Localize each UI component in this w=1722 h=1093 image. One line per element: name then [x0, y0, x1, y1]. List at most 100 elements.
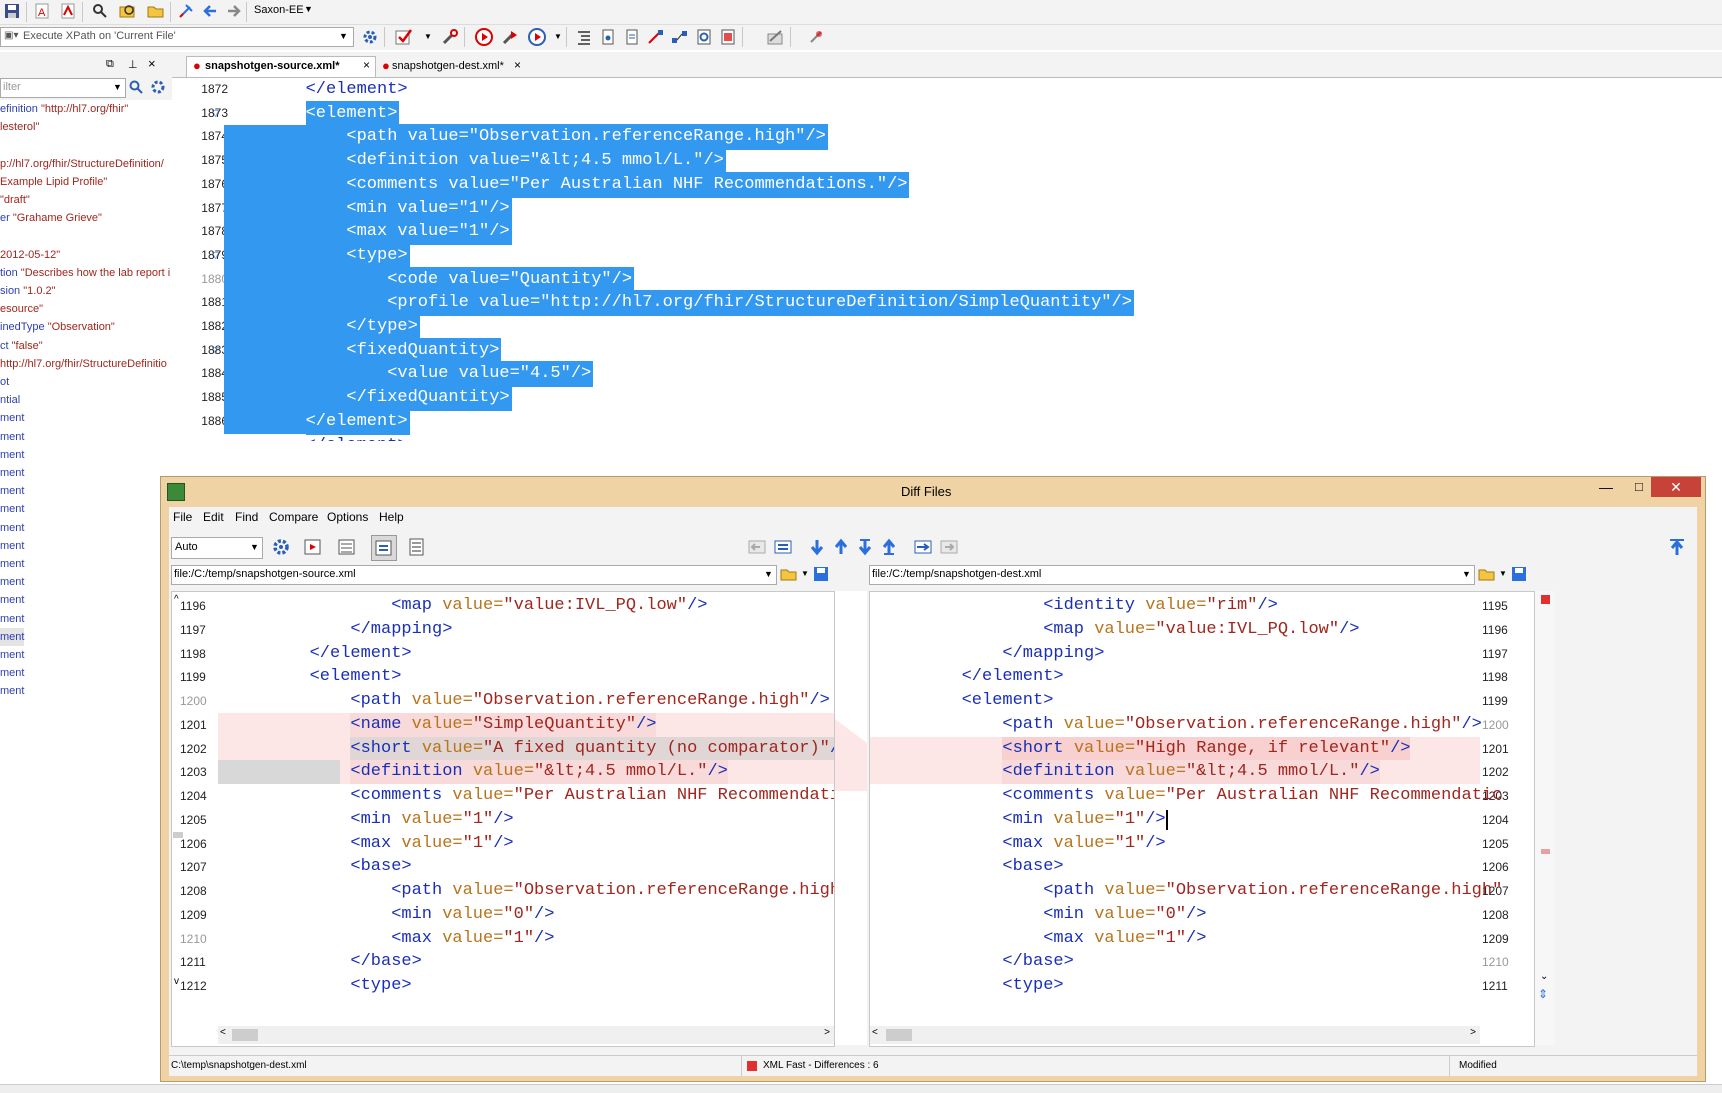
menu-edit[interactable]: Edit	[203, 507, 224, 527]
next-change-icon[interactable]	[855, 537, 875, 557]
plugin-icon[interactable]	[806, 27, 826, 47]
diff-mode-select[interactable]: Auto ▼	[171, 537, 263, 559]
right-path-input[interactable]: file:/C:/temp/snapshotgen-dest.xml ▼	[869, 565, 1475, 585]
last-change-icon[interactable]	[879, 537, 899, 557]
disk-icon[interactable]	[811, 564, 831, 584]
outline-filter-input[interactable]: ilter ▼	[0, 78, 126, 98]
open-folder-icon[interactable]	[1477, 564, 1497, 584]
sign-icon[interactable]	[766, 27, 786, 47]
outline-item[interactable]: esource"	[0, 300, 43, 318]
diff-overview-ruler[interactable]: ⌄ ⇕	[1535, 591, 1555, 1045]
outline-item[interactable]: ment	[0, 627, 25, 646]
outline-item[interactable]: ment	[0, 664, 24, 682]
main-editor[interactable]: 1872 </element> 1873 ▽ <element> 1874 <path va…	[172, 78, 1722, 478]
outline-item[interactable]: ment	[0, 646, 24, 664]
format-indent-icon[interactable]	[574, 27, 594, 47]
fold-icon[interactable]: ▽	[212, 250, 219, 261]
menu-compare[interactable]: Compare	[269, 507, 318, 527]
scrollbar-thumb[interactable]	[886, 1029, 912, 1041]
vertical-scroll-thumb[interactable]	[173, 832, 183, 838]
chevron-down-icon[interactable]: ▼	[1499, 569, 1507, 578]
outline-item[interactable]: ntial	[0, 391, 20, 409]
outline-item[interactable]: efinition "http://hl7.org/fhir"	[0, 100, 128, 118]
configure-run-icon[interactable]	[500, 27, 520, 47]
outline-item[interactable]: er "Grahame Grieve"	[0, 209, 102, 227]
outline-item[interactable]: ment	[0, 610, 24, 628]
outline-item[interactable]: ment	[0, 519, 24, 537]
horizontal-scrollbar[interactable]: < >	[870, 1026, 1480, 1044]
horizontal-scrollbar[interactable]: < >	[218, 1026, 834, 1044]
chevron-down-icon[interactable]: ▼	[339, 31, 348, 41]
outline-item[interactable]: ment	[0, 428, 24, 446]
copy-to-right-icon[interactable]	[939, 537, 959, 557]
disk-icon[interactable]	[2, 1, 22, 21]
tree-edit-icon[interactable]	[646, 27, 666, 47]
chevron-down-icon[interactable]: ▼	[801, 569, 809, 578]
close-icon[interactable]: ×	[514, 58, 521, 72]
outline-item[interactable]: ment	[0, 464, 24, 482]
gear-icon[interactable]	[271, 537, 291, 557]
left-diff-pane[interactable]: 1196 <map value="value:IVL_PQ.low"/> 1197 <…	[171, 591, 835, 1047]
diff-report-icon[interactable]	[407, 537, 427, 557]
copy-all-icon[interactable]	[773, 537, 793, 557]
gear-icon[interactable]	[148, 77, 168, 97]
outline-item[interactable]: ct "false"	[0, 337, 43, 355]
menu-options[interactable]: Options	[327, 507, 368, 527]
find-icon[interactable]	[90, 1, 110, 21]
outline-item[interactable]: ment	[0, 446, 24, 464]
scroll-right-arrow[interactable]: >	[824, 1027, 830, 1038]
menu-file[interactable]: File	[173, 507, 192, 527]
scroll-up-arrow[interactable]: ^	[174, 594, 179, 605]
outline-item[interactable]: ot	[0, 373, 9, 391]
acrobat-icon[interactable]: A	[32, 1, 52, 21]
diff-marker[interactable]	[1541, 849, 1550, 854]
previous-change-icon[interactable]	[831, 537, 851, 557]
chevron-down-icon[interactable]: ▼	[304, 4, 313, 14]
outline-item[interactable]: p://hl7.org/fhir/StructureDefinition/	[0, 155, 164, 173]
right-diff-pane[interactable]: 1195 <identity value="rim"/> 1196 <map valu…	[869, 591, 1535, 1047]
pdf-icon[interactable]	[58, 1, 78, 21]
copy-to-left-icon[interactable]	[747, 537, 767, 557]
outline-item[interactable]: inedType "Observation"	[0, 318, 115, 336]
open-folder-icon[interactable]	[779, 564, 799, 584]
outline-item[interactable]: ment	[0, 555, 24, 573]
menu-find[interactable]: Find	[235, 507, 258, 527]
outline-item[interactable]: ment	[0, 537, 24, 555]
open-folder-icon[interactable]	[146, 1, 166, 21]
refresh-doc-icon[interactable]	[694, 27, 714, 47]
outline-item[interactable]: 2012-05-12"	[0, 246, 60, 264]
pin-panel-icon[interactable]: ⊥	[128, 58, 138, 71]
merge-icon[interactable]	[913, 537, 933, 557]
outline-item[interactable]: ment	[0, 682, 24, 700]
wrench-icon[interactable]	[440, 27, 460, 47]
tree-nodes-icon[interactable]	[670, 27, 690, 47]
debug-run-icon[interactable]	[528, 27, 548, 47]
outline-item[interactable]: ment	[0, 482, 24, 500]
left-path-input[interactable]: file:/C:/temp/snapshotgen-source.xml ▼	[171, 565, 777, 585]
forward-arrow-icon[interactable]	[224, 1, 244, 21]
chevron-down-icon[interactable]: ▼	[424, 32, 432, 41]
pin-icon[interactable]	[176, 1, 196, 21]
outline-item[interactable]: ment	[0, 500, 24, 518]
outline-item[interactable]: lesterol"	[0, 118, 39, 136]
tab-dest[interactable]: ● snapshotgen-dest.xml* ×	[376, 57, 526, 76]
fold-icon[interactable]: ▽	[212, 108, 219, 119]
fold-icon[interactable]: ▽	[212, 345, 219, 356]
scroll-down-arrow[interactable]: v	[174, 976, 179, 987]
sync-scroll-icon[interactable]	[371, 535, 397, 561]
maximize-button[interactable]: □	[1635, 479, 1643, 494]
outline-item[interactable]: ment	[0, 409, 24, 427]
chevron-down-icon[interactable]: ▼	[113, 82, 122, 92]
run-icon[interactable]	[474, 27, 494, 47]
xpath-input[interactable]: ▣▾ Execute XPath on 'Current File' ▼	[0, 27, 354, 47]
outline-item[interactable]: "draft"	[0, 191, 30, 209]
close-icon[interactable]: ×	[363, 58, 370, 72]
outline-item[interactable]: tion "Describes how the lab report i	[0, 264, 170, 282]
back-arrow-icon[interactable]	[200, 1, 220, 21]
disk-icon[interactable]	[1509, 564, 1529, 584]
search-icon[interactable]	[126, 77, 146, 97]
outline-item[interactable]: http://hl7.org/fhir/StructureDefinitio	[0, 355, 167, 373]
validate-icon[interactable]	[394, 27, 414, 47]
scroll-left-arrow[interactable]: <	[220, 1027, 226, 1038]
find-in-files-icon[interactable]	[118, 1, 138, 21]
